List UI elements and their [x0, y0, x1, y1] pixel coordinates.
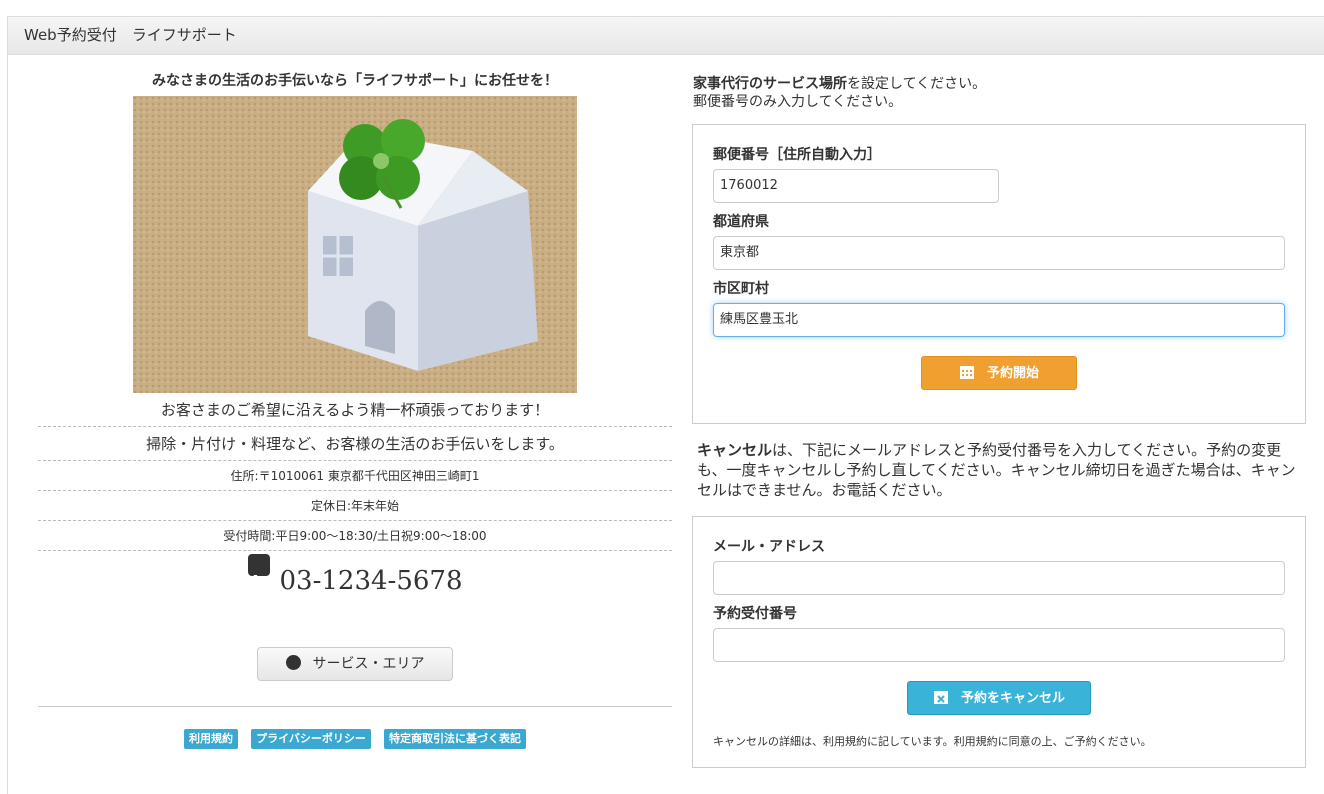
reserve-intro-rest: を設定してください。 — [847, 76, 987, 92]
cancel-reservation-button[interactable]: 予約をキャンセル — [907, 681, 1091, 715]
reserve-form: 郵便番号［住所自動入力］ 1760012 都道府県 東京都 市区町村 練馬区豊玉… — [692, 124, 1306, 424]
city-input[interactable]: 練馬区豊玉北 — [713, 303, 1285, 337]
tagline: みなさまの生活のお手伝いなら「ライフサポート」にお任せを！ — [152, 73, 558, 89]
cancel-intro-rest: は、下記にメールアドレスと予約受付番号を入力してください。予約の変更も、一度キャ… — [697, 441, 1296, 499]
email-label: メール・アドレス — [713, 539, 825, 555]
reservation-number-input[interactable] — [713, 628, 1285, 662]
cancel-intro-bold: キャンセル — [697, 441, 773, 459]
footer-links: 利用規約 プライバシーポリシー 特定商取引法に基づく表記 — [38, 727, 672, 749]
service-area-button[interactable]: サービス・エリア — [257, 647, 453, 681]
postal-label: 郵便番号［住所自動入力］ — [713, 147, 881, 163]
terms-link[interactable]: 利用規約 — [184, 729, 239, 749]
divider — [38, 706, 672, 707]
phone-icon — [247, 554, 270, 588]
form-column: 家事代行のサービス場所を設定してください。 郵便番号のみ入力してください。 郵便… — [692, 75, 1306, 768]
commerce-law-link[interactable]: 特定商取引法に基づく表記 — [383, 729, 526, 749]
prefecture-input[interactable]: 東京都 — [713, 236, 1285, 270]
prefecture-label: 都道府県 — [713, 214, 769, 230]
phone-text: 03-1234-5678 — [279, 566, 463, 596]
service-area-label: サービス・エリア — [312, 656, 425, 672]
info-column: みなさまの生活のお手伝いなら「ライフサポート」にお任せを！ お客さまのご希望に沿… — [38, 70, 672, 749]
cancel-note: キャンセルの詳細は、利用規約に記しています。利用規約に同意の上、ご予約ください。 — [713, 735, 1152, 748]
start-reservation-label: 予約開始 — [986, 366, 1039, 381]
calendar-x-icon — [933, 685, 949, 704]
calendar-icon — [959, 360, 975, 379]
phone-number[interactable]: 03-1234-5678 — [38, 551, 672, 613]
reserve-intro: 家事代行のサービス場所を設定してください。 郵便番号のみ入力してください。 — [692, 75, 1306, 111]
start-reservation-button[interactable]: 予約開始 — [921, 356, 1077, 390]
info-line-hours: 受付時間:平日9:00～18:30/土日祝9:00～18:00 — [38, 521, 672, 551]
postal-input[interactable]: 1760012 — [713, 169, 999, 203]
info-line-address: 住所:〒1010061 東京都千代田区神田三崎町1 — [38, 461, 672, 491]
cancel-intro: キャンセルは、下記にメールアドレスと予約受付番号を入力してください。予約の変更も… — [692, 440, 1306, 500]
globe-icon — [285, 655, 301, 670]
city-label: 市区町村 — [713, 281, 769, 297]
cancel-reservation-label: 予約をキャンセル — [960, 691, 1065, 706]
email-input[interactable] — [713, 561, 1285, 595]
cancel-form: メール・アドレス 予約受付番号 予約をキャンセル キャンセルの詳細は、利用規約に… — [692, 516, 1306, 768]
info-line-holiday: 定休日:年末年始 — [38, 491, 672, 521]
page-title: Web予約受付 ライフサポート — [24, 26, 237, 44]
privacy-link[interactable]: プライバシーポリシー — [251, 729, 371, 749]
reserve-intro-bold: 家事代行のサービス場所 — [693, 76, 847, 92]
house-clover-image — [133, 96, 577, 393]
info-line-services: 掃除・片付け・料理など、お客様の生活のお手伝いをします。 — [38, 427, 672, 461]
reserve-intro-line2: 郵便番号のみ入力してください。 — [693, 94, 903, 110]
panel-header: Web予約受付 ライフサポート — [8, 17, 1324, 55]
reservation-number-label: 予約受付番号 — [713, 606, 797, 622]
info-line-message: お客さまのご希望に沿えるよう精一杯頑張っております！ — [38, 393, 672, 427]
